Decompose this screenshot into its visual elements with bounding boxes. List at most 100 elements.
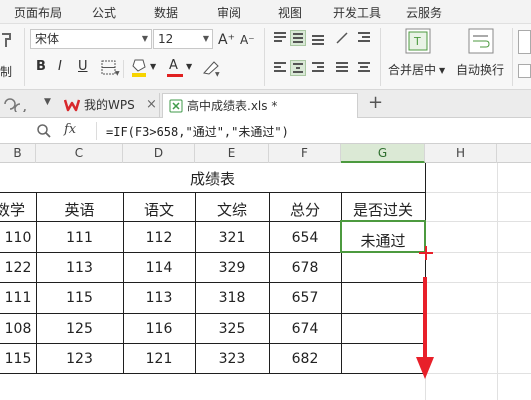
gridline [425, 252, 531, 253]
tab-workbook[interactable]: 高中成绩表.xls * [162, 93, 358, 118]
table-cell[interactable]: 325 [195, 321, 269, 337]
gridline [425, 313, 531, 314]
active-cell-value: 未通过 [360, 232, 406, 250]
chevron-down-icon[interactable]: ▼ [186, 57, 192, 77]
menu-view[interactable]: 视图 [278, 4, 302, 21]
align-center-icon[interactable] [290, 60, 306, 76]
menu-formulas[interactable]: 公式 [92, 4, 116, 21]
table-border [0, 192, 425, 193]
table-border [0, 313, 425, 314]
distribute-icon[interactable] [356, 60, 372, 76]
zoom-search-icon[interactable] [36, 123, 52, 139]
shrink-font-button[interactable]: A⁻ [240, 30, 255, 50]
column-header-b[interactable]: B [0, 144, 36, 163]
align-right-icon[interactable] [310, 60, 326, 76]
header-cell-liberal-arts[interactable]: 文综 [195, 199, 269, 220]
table-title[interactable]: 成绩表 [0, 168, 425, 189]
table-cell[interactable]: 682 [269, 351, 341, 367]
header-cell-math[interactable]: 数学 [0, 199, 36, 220]
align-bottom-icon[interactable] [310, 30, 326, 46]
table-cell[interactable]: 113 [123, 290, 195, 306]
column-header-c[interactable]: C [36, 144, 123, 163]
column-header-f[interactable]: F [269, 144, 341, 163]
table-cell[interactable]: 111 [0, 290, 36, 306]
italic-button[interactable]: I [58, 57, 62, 77]
chevron-down-icon[interactable]: ▼ [150, 57, 156, 77]
format-painter-label[interactable]: 制 [0, 62, 12, 82]
quick-access-icons[interactable] [2, 96, 32, 115]
menu-cloud-services[interactable]: 云服务 [406, 4, 442, 21]
table-cell[interactable]: 321 [195, 230, 269, 246]
header-cell-pass[interactable]: 是否过关 [341, 199, 425, 220]
table-cell[interactable]: 112 [123, 230, 195, 246]
font-name-select[interactable]: 宋体 ▼ [30, 29, 152, 49]
column-header-e[interactable]: E [195, 144, 269, 163]
table-cell[interactable]: 678 [269, 260, 341, 276]
table-cell[interactable]: 115 [0, 351, 36, 367]
table-cell[interactable]: 111 [36, 230, 123, 246]
bold-button[interactable]: B [36, 57, 46, 77]
table-cell[interactable]: 674 [269, 321, 341, 337]
align-left-icon[interactable] [272, 60, 288, 76]
table-cell[interactable]: 125 [36, 321, 123, 337]
wrap-text-icon[interactable] [468, 28, 494, 54]
fill-color-icon[interactable] [130, 57, 152, 79]
table-cell[interactable]: 122 [0, 260, 36, 276]
column-header-g[interactable]: G [341, 144, 425, 163]
close-icon[interactable]: × [146, 93, 157, 117]
header-cell-total[interactable]: 总分 [269, 199, 341, 220]
table-cell[interactable]: 116 [123, 321, 195, 337]
menu-data[interactable]: 数据 [154, 4, 178, 21]
menu-review[interactable]: 审阅 [217, 4, 241, 21]
table-cell[interactable]: 114 [123, 260, 195, 276]
font-size-select[interactable]: 12 ▼ [153, 29, 213, 49]
new-tab-button[interactable]: + [368, 92, 383, 113]
formula-input[interactable]: =IF(F3>658,"通过","未通过") [106, 123, 289, 140]
merge-center-label[interactable]: 合并居中 [388, 60, 436, 80]
table-cell[interactable]: 323 [195, 351, 269, 367]
header-cell-english[interactable]: 英语 [36, 199, 123, 220]
svg-text:T: T [413, 35, 421, 48]
tab-list-chevron-down-icon[interactable]: ▼ [44, 97, 51, 107]
table-cell[interactable]: 115 [36, 290, 123, 306]
wrap-text-label[interactable]: 自动换行 [456, 60, 504, 80]
active-cell-g3[interactable]: 未通过 [340, 220, 426, 253]
clear-format-icon[interactable]: ▼ [200, 58, 222, 78]
table-cell[interactable]: 657 [269, 290, 341, 306]
number-format-icon[interactable] [518, 30, 531, 54]
align-top-icon[interactable] [272, 30, 288, 46]
ribbon-toolbar: 制 宋体 ▼ 12 ▼ A⁺ A⁻ B I U ▼ ▼ A ▼ ▼ T 合并居中… [0, 24, 531, 90]
table-cell[interactable]: 329 [195, 260, 269, 276]
orientation-icon[interactable] [334, 30, 350, 46]
table-cell[interactable]: 113 [36, 260, 123, 276]
decrease-indent-icon[interactable] [356, 30, 372, 46]
table-cell[interactable]: 318 [195, 290, 269, 306]
menu-page-layout[interactable]: 页面布局 [14, 4, 62, 21]
column-header-d[interactable]: D [123, 144, 195, 163]
insert-function-button[interactable]: fx [64, 122, 76, 137]
ribbon-separator [24, 28, 25, 86]
merge-center-icon[interactable]: T [405, 28, 431, 54]
table-cell[interactable]: 654 [269, 230, 341, 246]
align-middle-icon[interactable] [290, 30, 306, 46]
name-box[interactable] [0, 118, 30, 143]
underline-button[interactable]: U [78, 57, 88, 77]
menu-developer-tools[interactable]: 开发工具 [333, 4, 381, 21]
table-cell[interactable]: 110 [0, 230, 36, 246]
table-cell[interactable]: 123 [36, 351, 123, 367]
table-cell[interactable]: 108 [0, 321, 36, 337]
percent-icon[interactable] [518, 64, 531, 78]
justify-icon[interactable] [334, 60, 350, 76]
header-cell-chinese[interactable]: 语文 [123, 199, 195, 220]
format-painter-icon[interactable] [0, 30, 14, 50]
font-color-swatch [167, 74, 183, 77]
grow-font-button[interactable]: A⁺ [218, 30, 235, 50]
worksheet-grid[interactable]: 成绩表 数学 英语 语文 文综 总分 是否过关 110 111 112 321 … [0, 163, 531, 400]
table-cell[interactable]: 121 [123, 351, 195, 367]
fill-handle-crosshair-icon[interactable] [418, 245, 434, 261]
column-header-h[interactable]: H [425, 144, 497, 163]
borders-icon[interactable]: ▼ [100, 59, 120, 77]
font-color-button[interactable]: A [166, 56, 186, 78]
chevron-down-icon[interactable]: ▼ [439, 61, 445, 81]
tab-my-wps[interactable]: 我的WPS × [58, 93, 160, 118]
